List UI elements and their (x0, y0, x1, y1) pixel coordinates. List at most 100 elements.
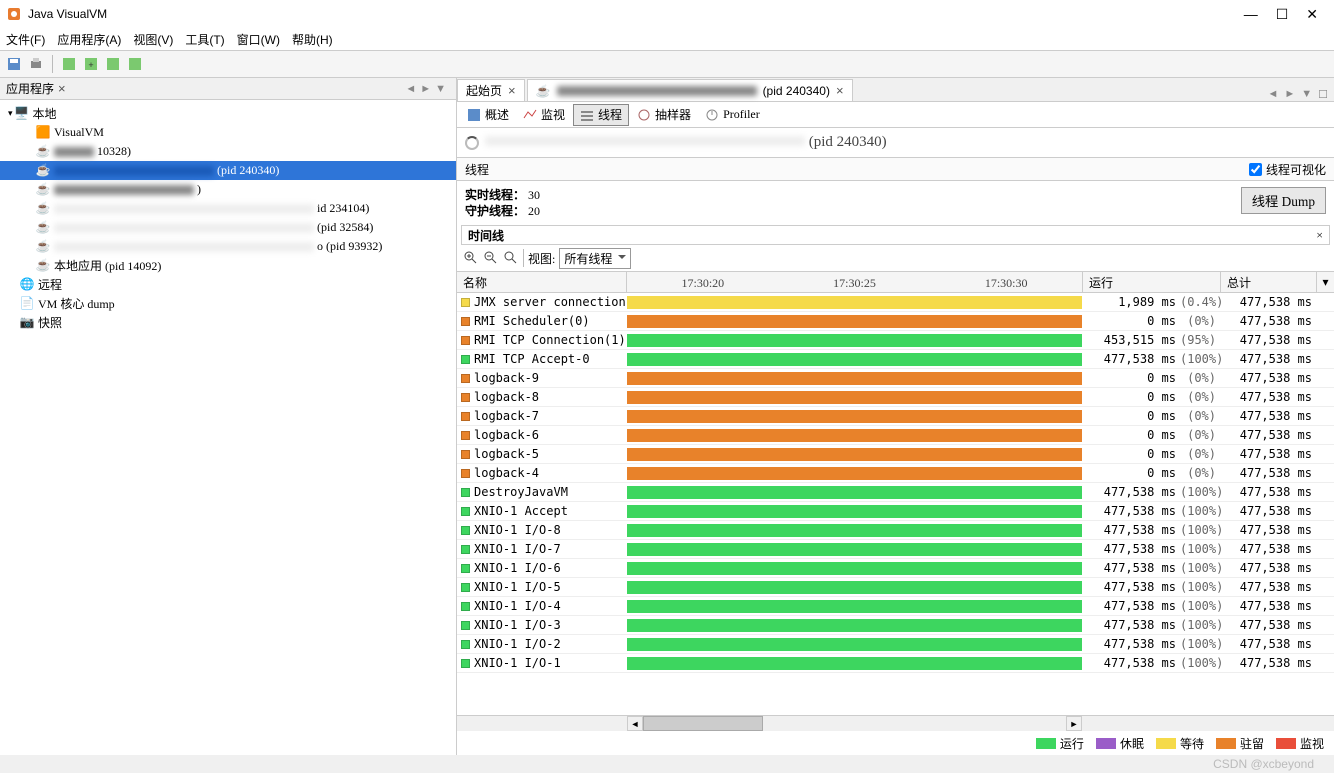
thread-dump-button[interactable]: 线程 Dump (1241, 187, 1326, 214)
thread-row[interactable]: XNIO-1 I/O-8477,538 ms(100%)477,538 ms (457, 521, 1334, 540)
tree-local[interactable]: ▾🖥️本地 (0, 104, 456, 123)
col-run[interactable]: 运行 (1082, 272, 1220, 292)
thread-row[interactable]: XNIO-1 I/O-4477,538 ms(100%)477,538 ms (457, 597, 1334, 616)
tree-remote[interactable]: 🌐远程 (0, 275, 456, 294)
thread-row[interactable]: XNIO-1 I/O-7477,538 ms(100%)477,538 ms (457, 540, 1334, 559)
thread-visualize-checkbox[interactable]: 线程可视化 (1249, 161, 1326, 178)
plugin2-icon[interactable]: + (81, 54, 101, 74)
thread-row[interactable]: RMI TCP Accept-0477,538 ms(100%)477,538 … (457, 350, 1334, 369)
menu-view[interactable]: 视图(V) (133, 31, 173, 48)
tree-app-unknown[interactable]: ☕ ) (0, 180, 456, 199)
zoom-out-icon[interactable] (483, 250, 499, 266)
menu-applications[interactable]: 应用程序(A) (57, 31, 121, 48)
tree-app-32584[interactable]: ☕ (pid 32584) (0, 218, 456, 237)
thread-bar (627, 353, 1082, 366)
thread-row[interactable]: XNIO-1 I/O-1477,538 ms(100%)477,538 ms (457, 654, 1334, 673)
tab-start[interactable]: 起始页× (457, 79, 525, 101)
tab-prev-icon[interactable]: ◄ (1267, 88, 1278, 101)
tab-dropdown-icon[interactable]: ▼ (1301, 88, 1312, 101)
tree-visualvm[interactable]: 🟧VisualVM (0, 123, 456, 142)
thread-row[interactable]: RMI Scheduler(0)0 ms(0%)477,538 ms (457, 312, 1334, 331)
menu-file[interactable]: 文件(F) (6, 31, 45, 48)
zoom-in-icon[interactable] (463, 250, 479, 266)
thread-name-cell: RMI TCP Accept-0 (457, 350, 627, 368)
panel-next-icon[interactable]: ► (420, 83, 431, 95)
thread-bar (627, 467, 1082, 480)
tree-app-14092[interactable]: ☕本地应用 (pid 14092) (0, 256, 456, 275)
thread-bar-cell (627, 559, 1082, 577)
horizontal-scrollbar[interactable]: ◄ ► (457, 715, 1334, 731)
watermark: CSDN @xcbeyond (0, 755, 1334, 773)
tree-coredump[interactable]: 📄VM 核心 dump (0, 294, 456, 313)
close-icon[interactable]: × (836, 83, 844, 98)
thread-bar-cell (627, 407, 1082, 425)
tree-app-10328[interactable]: ☕ 10328) (0, 142, 456, 161)
plugin3-icon[interactable] (103, 54, 123, 74)
scroll-left-icon[interactable]: ◄ (627, 716, 643, 731)
print-icon[interactable] (26, 54, 46, 74)
scroll-right-icon[interactable]: ► (1066, 716, 1082, 731)
tree-snapshot[interactable]: 📷快照 (0, 313, 456, 332)
subtab-overview[interactable]: 概述 (461, 104, 515, 126)
col-menu-icon[interactable]: ▾ (1316, 272, 1334, 292)
plugin1-icon[interactable] (59, 54, 79, 74)
close-panel-icon[interactable]: × (58, 81, 66, 96)
thread-name-cell: XNIO-1 Accept (457, 502, 627, 520)
plugin4-icon[interactable] (125, 54, 145, 74)
save-icon[interactable] (4, 54, 24, 74)
collapse-timeline-icon[interactable]: × (1316, 228, 1323, 243)
subtab-sampler[interactable]: 抽样器 (631, 104, 697, 126)
menu-help[interactable]: 帮助(H) (292, 31, 333, 48)
minimize-button[interactable]: — (1244, 6, 1258, 23)
subtab-monitor[interactable]: 监视 (517, 104, 571, 126)
java-icon: ☕ (36, 183, 50, 197)
thread-row[interactable]: logback-40 ms(0%)477,538 ms (457, 464, 1334, 483)
thread-total-cell: 477,538 ms (1220, 578, 1316, 596)
menu-window[interactable]: 窗口(W) (237, 31, 280, 48)
panel-nav: ◄ ► ▼ (405, 83, 450, 95)
thread-row[interactable]: DestroyJavaVM477,538 ms(100%)477,538 ms (457, 483, 1334, 502)
thread-row[interactable]: XNIO-1 I/O-2477,538 ms(100%)477,538 ms (457, 635, 1334, 654)
tab-app[interactable]: ☕(pid 240340)× (527, 79, 853, 101)
scroll-thumb[interactable] (643, 716, 763, 731)
scroll-track[interactable] (643, 716, 1066, 731)
tick: 17:30:25 (779, 272, 931, 292)
subtab-profiler[interactable]: Profiler (699, 104, 766, 126)
col-name[interactable]: 名称 (457, 272, 627, 292)
maximize-button[interactable]: ☐ (1276, 6, 1289, 23)
tree-app-93932[interactable]: ☕ o (pid 93932) (0, 237, 456, 256)
toolbar-separator (52, 55, 53, 73)
close-button[interactable]: ✕ (1306, 6, 1318, 23)
panel-dropdown-icon[interactable]: ▼ (435, 83, 446, 95)
window-title: Java VisualVM (28, 7, 107, 21)
col-total[interactable]: 总计 (1220, 272, 1316, 292)
thread-row[interactable]: JMX server connection time1,989 ms(0.4%)… (457, 293, 1334, 312)
thread-total-cell: 477,538 ms (1220, 445, 1316, 463)
tree-app-240340[interactable]: ☕ (pid 240340) (0, 161, 456, 180)
thread-row[interactable]: logback-90 ms(0%)477,538 ms (457, 369, 1334, 388)
menu-tools[interactable]: 工具(T) (185, 31, 224, 48)
subtab-threads[interactable]: 线程 (573, 104, 629, 126)
thread-total-cell: 477,538 ms (1220, 407, 1316, 425)
tree-app-234104[interactable]: ☕ id 234104) (0, 199, 456, 218)
thread-row[interactable]: logback-50 ms(0%)477,538 ms (457, 445, 1334, 464)
thread-row[interactable]: XNIO-1 Accept477,538 ms(100%)477,538 ms (457, 502, 1334, 521)
content-panel: 起始页× ☕(pid 240340)× ◄ ► ▼ ☐ 概述 监视 线程 抽样器… (457, 78, 1334, 755)
thread-filter-select[interactable]: 所有线程 (559, 248, 631, 269)
thread-grid[interactable]: JMX server connection time1,989 ms(0.4%)… (457, 293, 1334, 715)
thread-row[interactable]: logback-60 ms(0%)477,538 ms (457, 426, 1334, 445)
thread-row[interactable]: XNIO-1 I/O-5477,538 ms(100%)477,538 ms (457, 578, 1334, 597)
panel-prev-icon[interactable]: ◄ (405, 83, 416, 95)
thread-name: XNIO-1 I/O-2 (474, 637, 561, 651)
zoom-fit-icon[interactable] (503, 250, 519, 266)
thread-row[interactable]: logback-70 ms(0%)477,538 ms (457, 407, 1334, 426)
tab-restore-icon[interactable]: ☐ (1318, 88, 1328, 101)
thread-row[interactable]: XNIO-1 I/O-6477,538 ms(100%)477,538 ms (457, 559, 1334, 578)
close-icon[interactable]: × (508, 83, 516, 98)
thread-bar (627, 334, 1082, 347)
thread-row[interactable]: RMI TCP Connection(1)-192.453,515 ms(95%… (457, 331, 1334, 350)
thread-row[interactable]: logback-80 ms(0%)477,538 ms (457, 388, 1334, 407)
state-swatch (461, 355, 470, 364)
thread-row[interactable]: XNIO-1 I/O-3477,538 ms(100%)477,538 ms (457, 616, 1334, 635)
tab-next-icon[interactable]: ► (1284, 88, 1295, 101)
